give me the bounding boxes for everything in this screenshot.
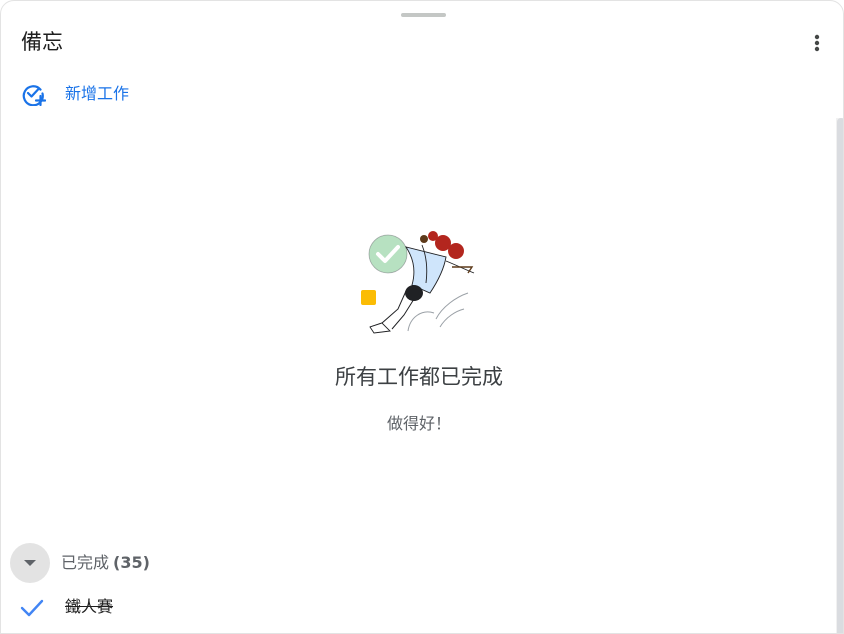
add-task-icon: [22, 85, 46, 106]
panel-title: 備忘: [21, 30, 63, 54]
more-vert-icon: [814, 34, 820, 52]
more-options-button[interactable]: [803, 29, 831, 57]
add-task-button[interactable]: 新增工作: [21, 81, 129, 106]
check-icon: [20, 599, 44, 617]
drag-handle[interactable]: [401, 13, 446, 17]
scrollbar-thumb[interactable]: [837, 118, 843, 633]
tasks-panel: 備忘 新增工作 所有工作都已完成 做得好！ 已完成 (35) 鐵人賽: [0, 0, 844, 634]
add-task-label: 新增工作: [65, 83, 130, 103]
empty-state-subtitle: 做得好！: [386, 414, 451, 433]
mark-incomplete-button[interactable]: [19, 595, 45, 621]
tasks-complete-illustration: [361, 231, 475, 334]
completed-section-toggle[interactable]: [10, 543, 50, 583]
completed-section-label[interactable]: 已完成 (35): [61, 552, 150, 574]
empty-state-title: 所有工作都已完成: [335, 365, 503, 389]
completed-task-title[interactable]: 鐵人賽: [65, 596, 113, 618]
completed-label-text: 已完成: [61, 553, 110, 572]
completed-count: (35): [113, 553, 150, 572]
arrow-drop-down-icon: [24, 560, 36, 566]
